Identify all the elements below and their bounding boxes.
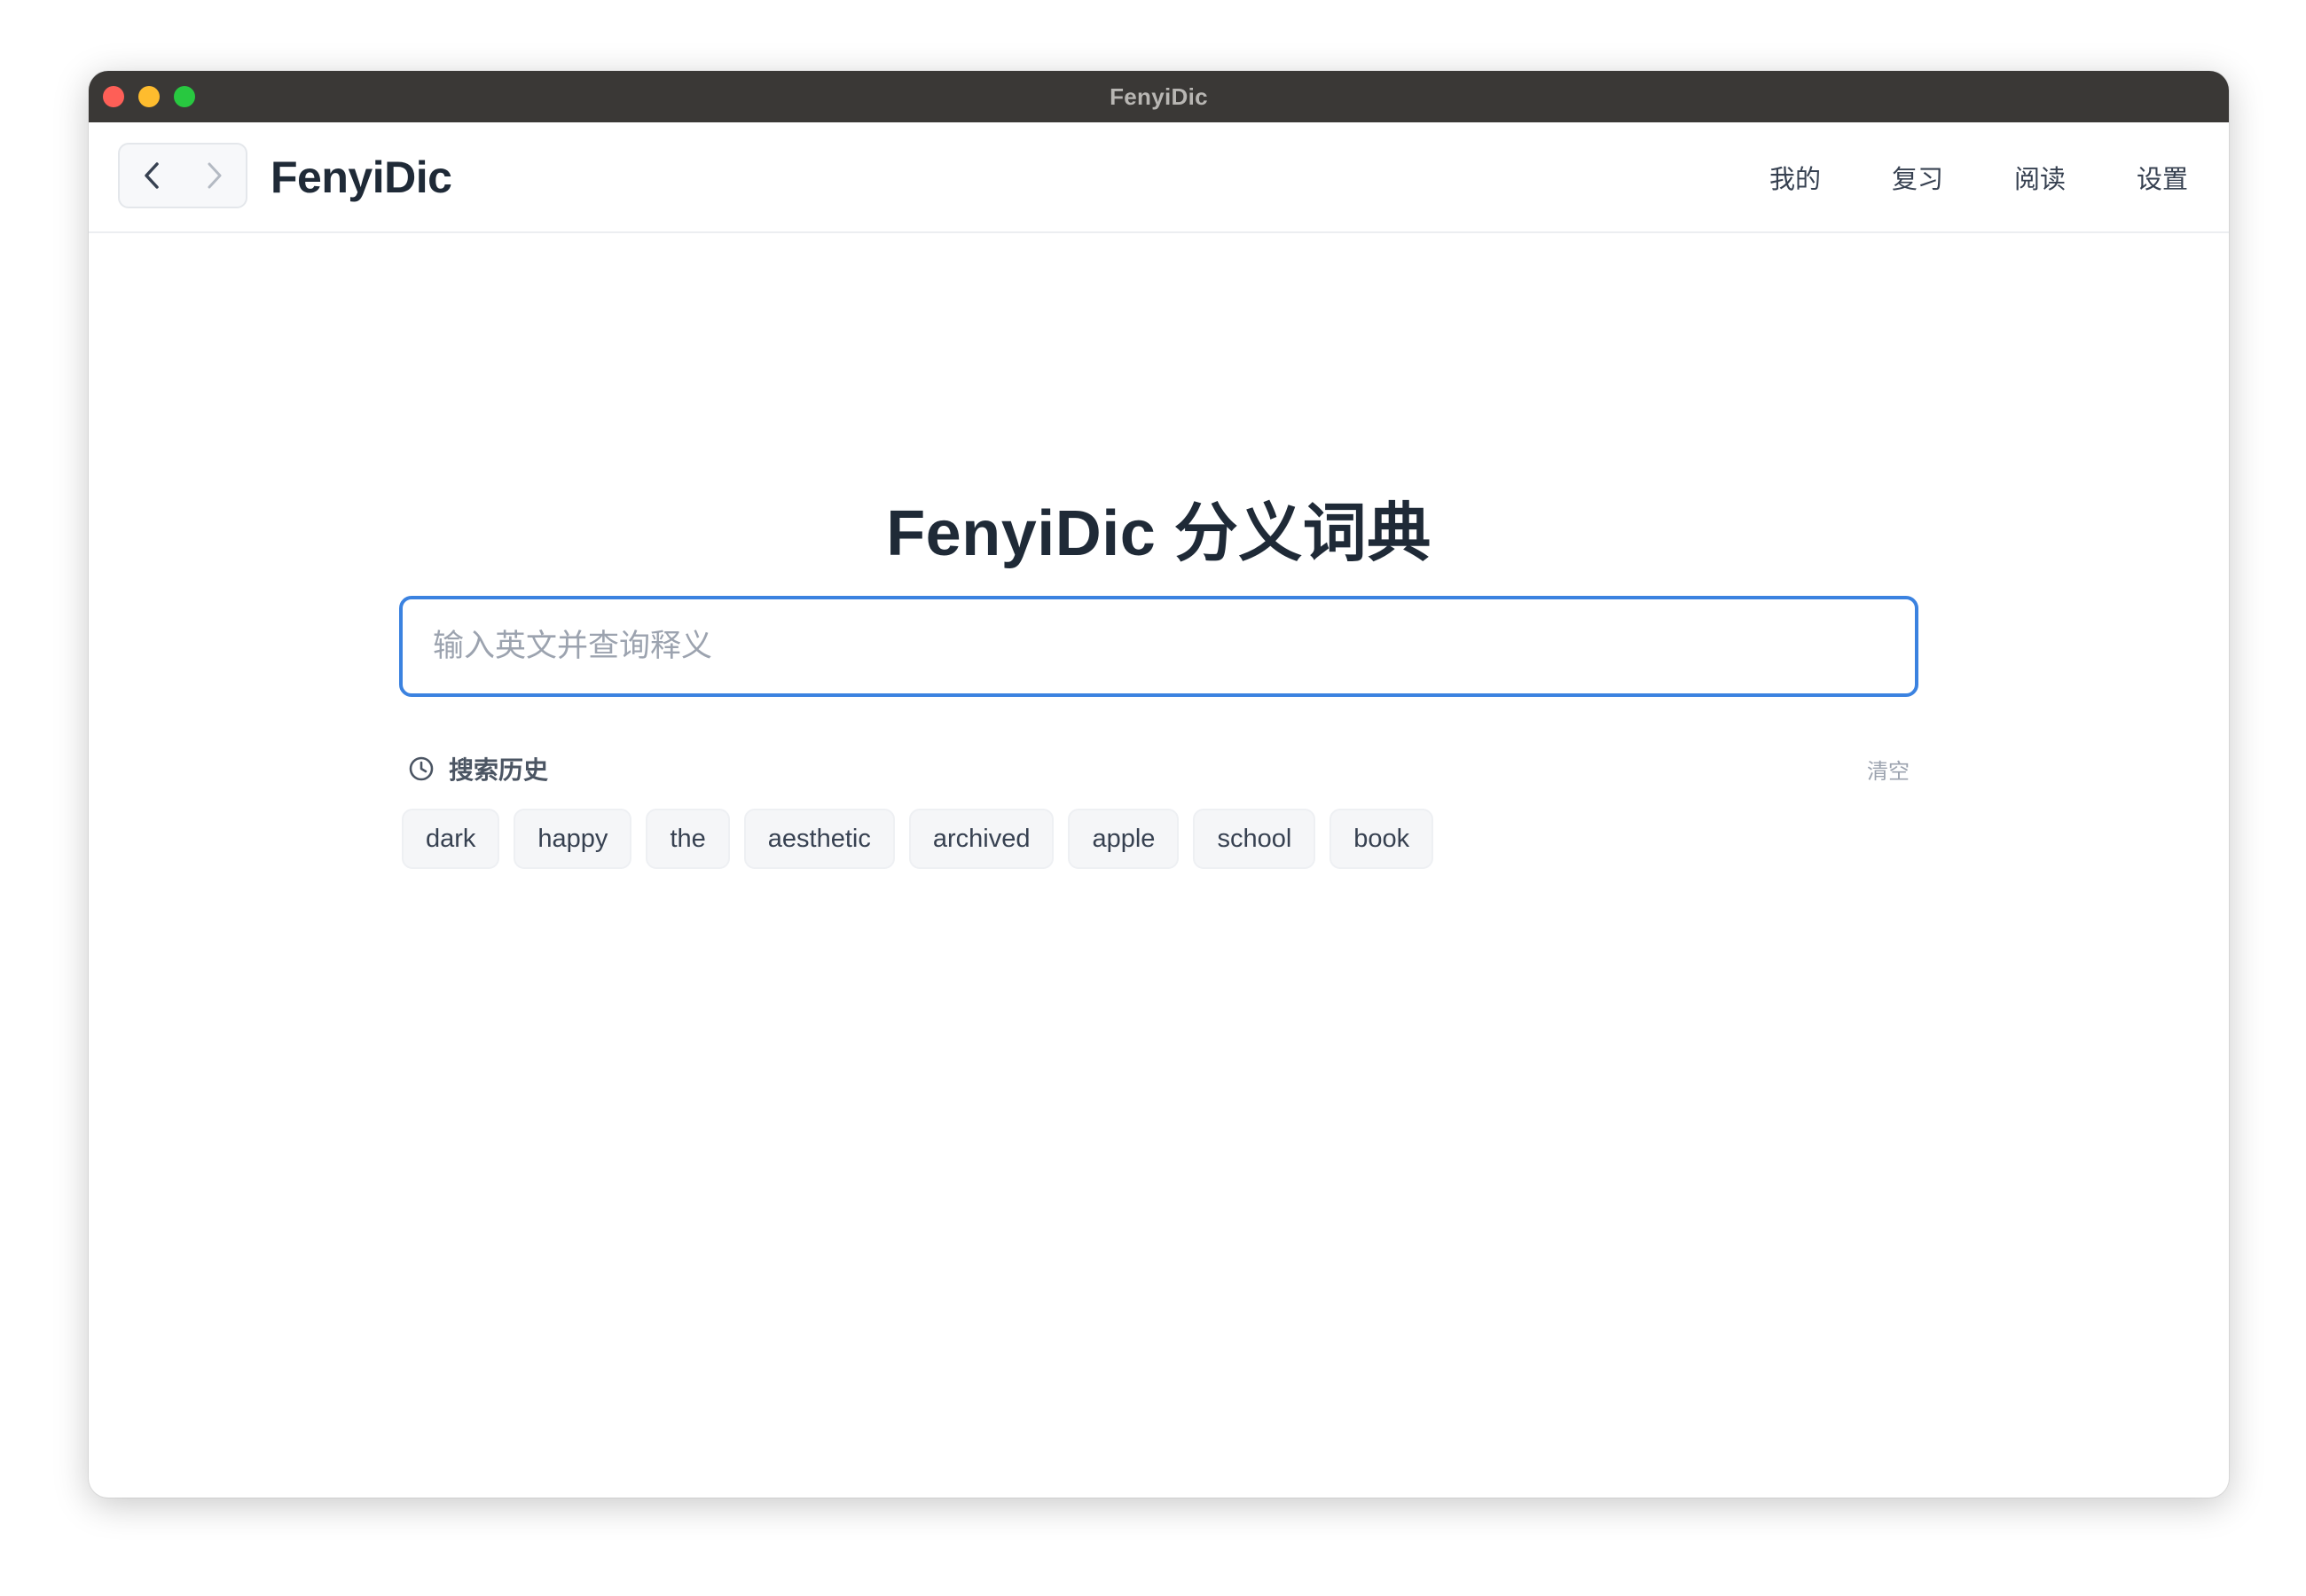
search-input[interactable]	[399, 596, 1918, 697]
forward-button[interactable]	[183, 144, 246, 207]
app-brand: FenyiDic	[271, 152, 452, 202]
main-menu: 我的 复习 阅读 设置	[1762, 122, 2195, 231]
history-chip[interactable]: apple	[1068, 809, 1180, 869]
history-chip[interactable]: the	[646, 809, 730, 869]
history-chip[interactable]: happy	[514, 809, 632, 869]
page-title: FenyiDic 分义词典	[886, 498, 1431, 569]
menu-item-reading[interactable]: 阅读	[2007, 155, 2073, 200]
history-chip[interactable]: book	[1329, 809, 1434, 869]
search-history-list: dark happy the aesthetic archived apple …	[402, 809, 1434, 869]
search-history-header: 搜索历史 清空	[408, 751, 1910, 786]
back-button[interactable]	[120, 144, 183, 207]
history-nav-group	[118, 143, 247, 208]
traffic-lights	[103, 86, 195, 107]
chevron-left-icon	[144, 162, 159, 189]
chevron-right-icon	[208, 162, 221, 189]
window-title: FenyiDic	[1110, 82, 1208, 110]
minimize-window-button[interactable]	[138, 86, 160, 107]
menu-item-mine[interactable]: 我的	[1762, 155, 1828, 200]
close-window-button[interactable]	[103, 86, 124, 107]
search-history-label: 搜索历史	[449, 756, 549, 784]
app-header: FenyiDic 我的 复习 阅读 设置	[89, 122, 2229, 233]
menu-item-review[interactable]: 复习	[1885, 155, 1950, 200]
menu-item-settings[interactable]: 设置	[2130, 155, 2195, 200]
zoom-window-button[interactable]	[174, 86, 195, 107]
history-chip[interactable]: archived	[908, 809, 1055, 869]
app-window: FenyiDic FenyiDic 我的 复习 阅读 设置 FenyiDic 分…	[89, 71, 2229, 1498]
clock-icon	[409, 756, 434, 781]
history-chip[interactable]: aesthetic	[743, 809, 895, 869]
history-chip[interactable]: school	[1193, 809, 1316, 869]
clear-history-button[interactable]: 清空	[1867, 754, 1910, 785]
window-titlebar[interactable]: FenyiDic	[89, 71, 2229, 122]
history-chip[interactable]: dark	[402, 809, 500, 869]
